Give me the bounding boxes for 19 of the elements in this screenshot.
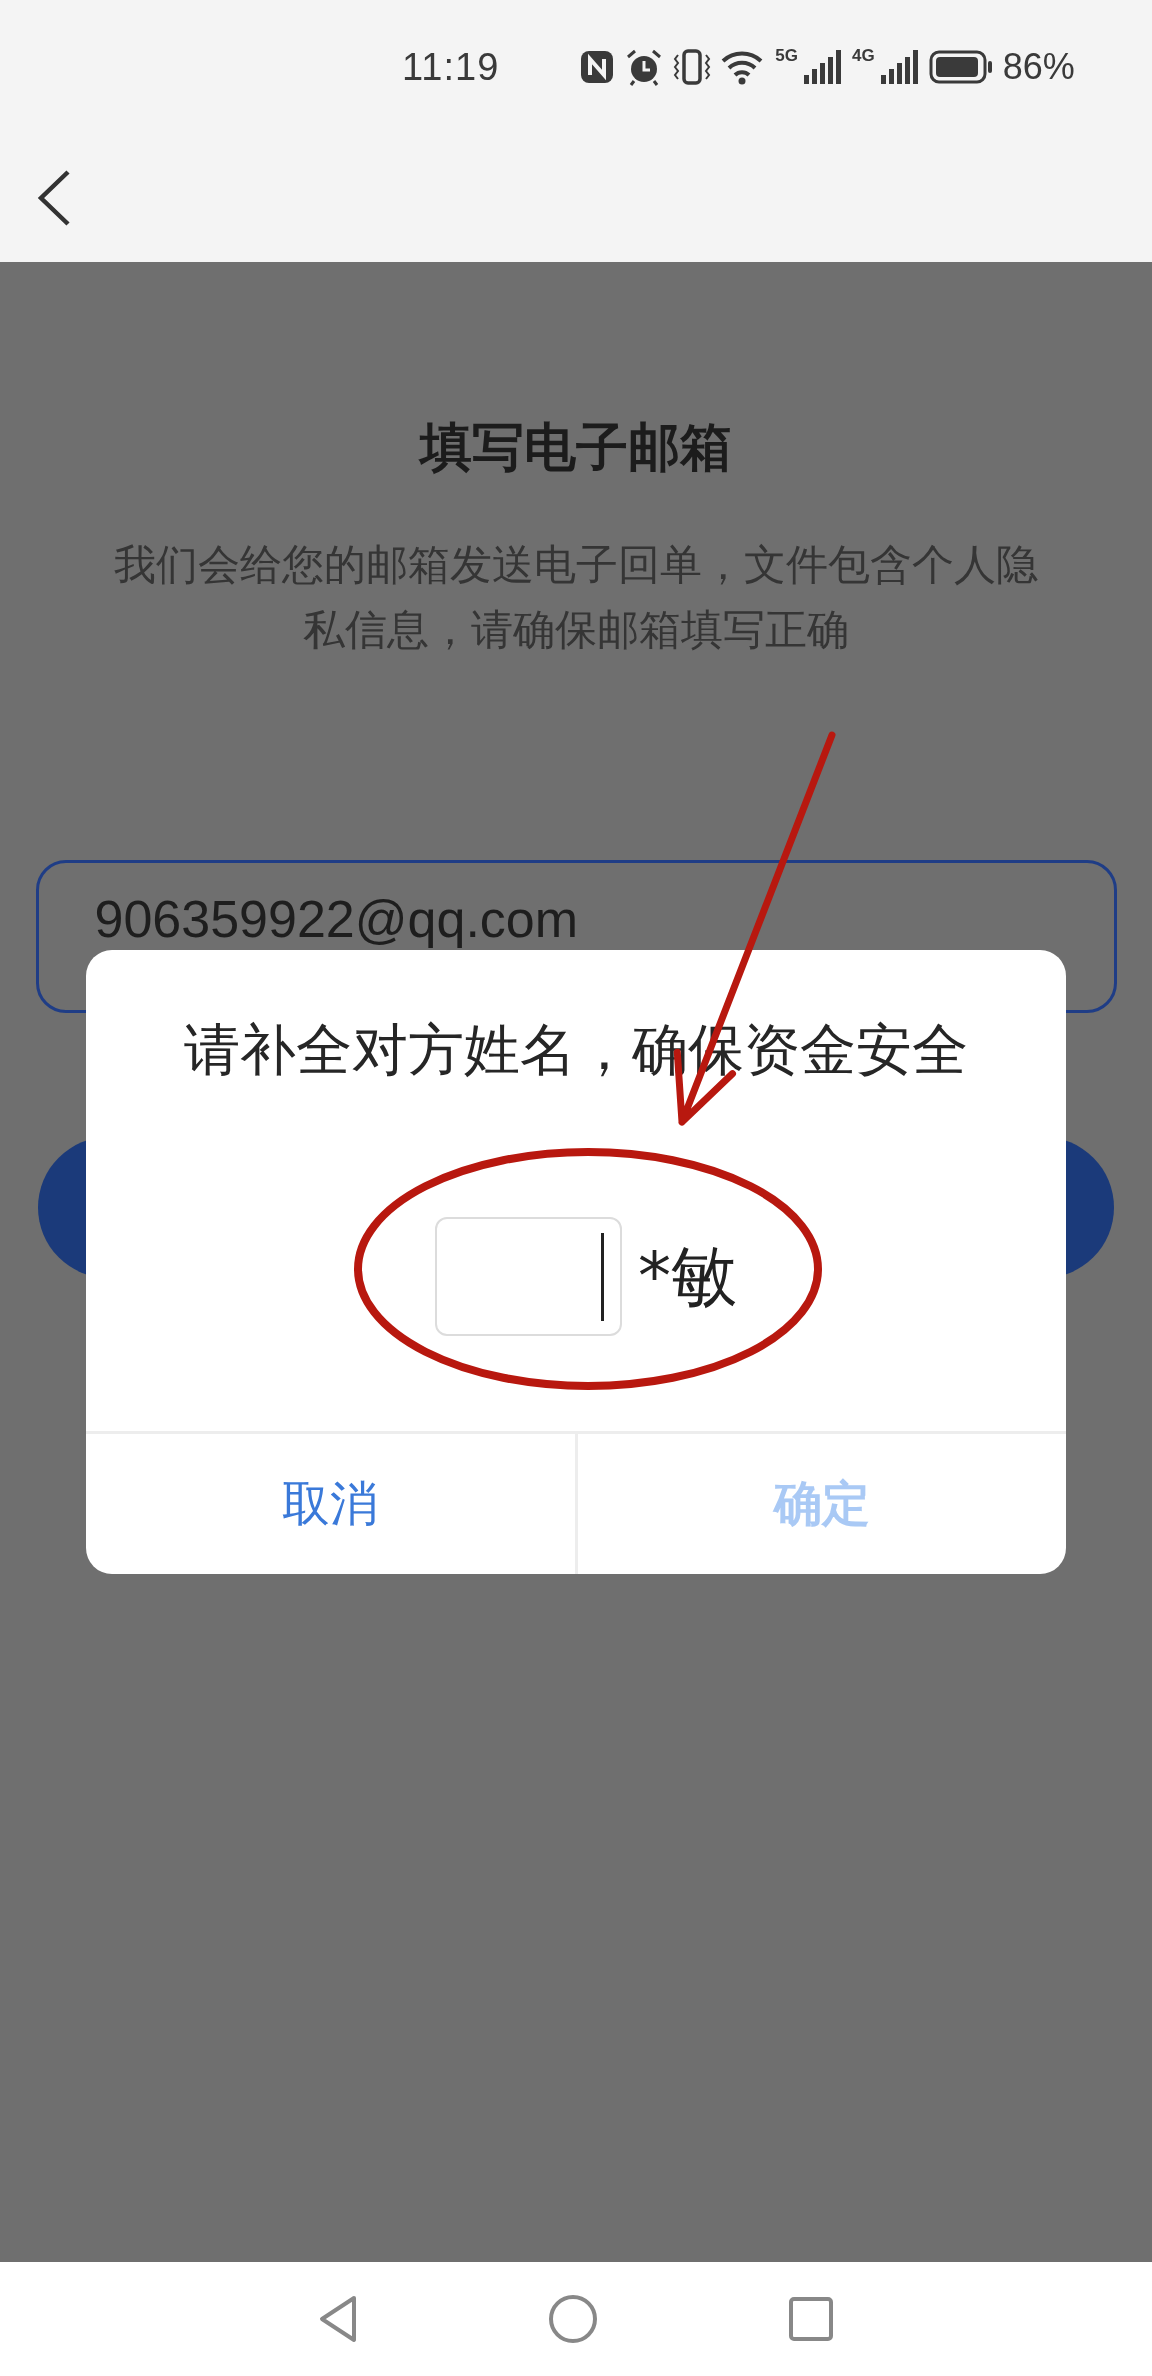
network-type-label: 5G: [775, 46, 798, 66]
back-nav-icon[interactable]: [318, 2295, 358, 2343]
nfc-icon: [579, 49, 616, 85]
name-suffix: *敏: [638, 1236, 737, 1317]
recents-nav-icon[interactable]: [788, 2296, 834, 2342]
status-time: 11:19: [402, 45, 500, 89]
home-nav-icon[interactable]: [548, 2294, 598, 2344]
name-input-field[interactable]: [435, 1217, 622, 1336]
signal-icon: [801, 49, 842, 85]
page-title: 填写电子邮箱: [420, 417, 732, 477]
signal-icon: [878, 49, 919, 85]
vibrate-icon: [673, 49, 712, 85]
network-type-label: 4G: [851, 46, 875, 66]
alarm-icon: [625, 48, 664, 86]
page-description: 我们会给您的邮箱发送电子回单，文件包含个人隐私信息，请确保邮箱填写正确: [113, 539, 1039, 656]
dialog-button[interactable]: 取消: [86, 1434, 575, 1574]
battery-icon: [928, 50, 993, 84]
back-icon[interactable]: [36, 169, 72, 227]
battery-percentage: 86%: [1002, 46, 1075, 88]
